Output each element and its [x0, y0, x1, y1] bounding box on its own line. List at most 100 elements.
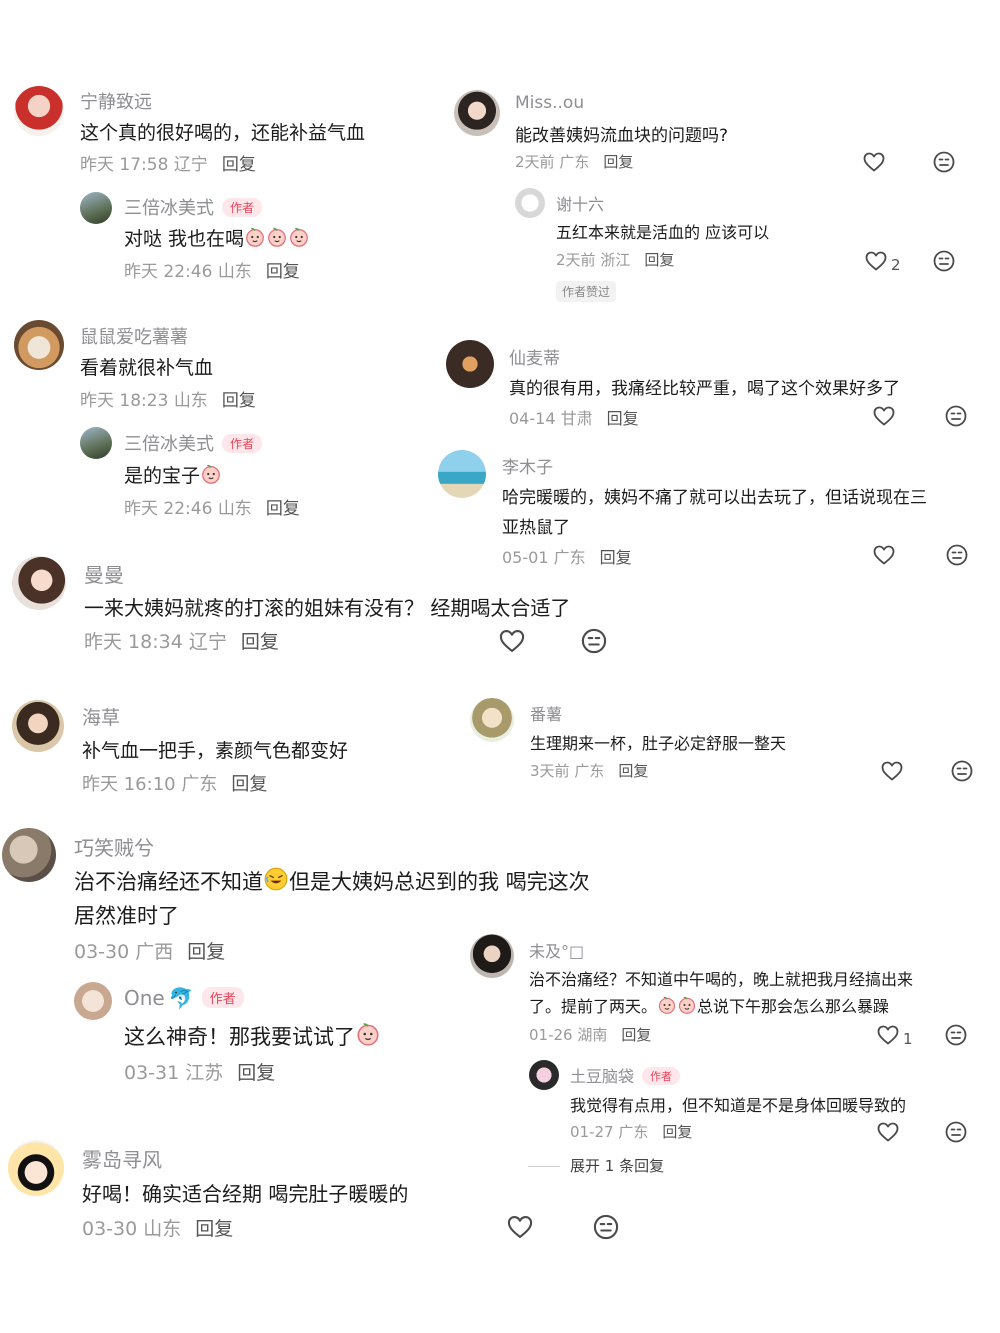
- author-badge: 作者: [222, 434, 263, 453]
- comment-username[interactable]: 宁静致远: [80, 88, 152, 114]
- text-span: 总说下午那会怎么那么暴躁: [697, 997, 890, 1016]
- expand-label[interactable]: 展开 1 条回复: [570, 1157, 664, 1175]
- reply-button[interactable]: 回复: [621, 1026, 651, 1044]
- peach-emoji-icon: [200, 463, 222, 485]
- comment-meta: 03-30 山东 回复: [82, 1214, 233, 1241]
- comment-text: 看着就很补气血: [80, 357, 214, 379]
- avatar[interactable]: [446, 340, 494, 388]
- avatar[interactable]: [80, 192, 112, 224]
- dislike-face-icon[interactable]: [592, 1213, 620, 1241]
- comment-username[interactable]: 曼曼: [84, 559, 124, 588]
- avatar[interactable]: [14, 320, 64, 370]
- comment-username[interactable]: Miss..ou: [515, 93, 584, 113]
- avatar[interactable]: [438, 450, 486, 498]
- username-text[interactable]: One: [124, 986, 165, 1010]
- avatar[interactable]: [80, 427, 112, 459]
- comment-text: 一来大姨妈就疼的打滚的姐妹有没有？ 经期喝太合适了: [84, 596, 571, 620]
- comment-username[interactable]: 三倍冰美式 作者: [124, 194, 263, 220]
- dolphin-icon: 🐬: [168, 986, 194, 1010]
- like-heart-icon[interactable]: [862, 150, 886, 174]
- avatar[interactable]: [12, 700, 64, 752]
- reply-button[interactable]: 回复: [231, 774, 267, 795]
- comment-username[interactable]: 雾岛寻风: [82, 1144, 162, 1173]
- comment-text: 治不治痛经还不知道 但是大姨妈总迟到的我 喝完这次: [74, 866, 590, 896]
- username-text[interactable]: 三倍冰美式: [124, 434, 214, 455]
- comment-username[interactable]: 海草: [82, 703, 120, 730]
- comment-date: 2天前: [556, 251, 596, 269]
- comment-meta: 03-31 江苏 回复: [124, 1058, 275, 1085]
- author-badge: 作者: [222, 198, 263, 217]
- like-heart-icon[interactable]: [876, 1120, 900, 1144]
- text-span: 治不治痛经还不知道: [74, 870, 263, 894]
- reply-button[interactable]: 回复: [222, 391, 256, 411]
- comment-username[interactable]: 三倍冰美式 作者: [124, 430, 263, 456]
- avatar[interactable]: [12, 556, 66, 610]
- dislike-face-icon[interactable]: [932, 150, 956, 174]
- reply-button[interactable]: 回复: [603, 153, 633, 171]
- expand-replies-button[interactable]: 展开 1 条回复: [528, 1155, 664, 1176]
- reply-button[interactable]: 回复: [662, 1123, 692, 1141]
- username-text[interactable]: 土豆脑袋: [570, 1067, 634, 1086]
- comment-text: 我觉得有点用，但不知道是不是身体回暖导致的: [570, 1096, 907, 1115]
- text-span: 对哒 我也在喝: [124, 228, 245, 250]
- like-heart-icon[interactable]: 2: [864, 249, 901, 277]
- avatar[interactable]: [470, 698, 514, 742]
- comment-username[interactable]: 土豆脑袋 作者: [570, 1063, 681, 1087]
- dislike-face-icon[interactable]: [945, 543, 969, 567]
- dislike-face-icon[interactable]: [944, 1023, 968, 1047]
- reply-button[interactable]: 回复: [266, 262, 300, 282]
- reply-button[interactable]: 回复: [600, 548, 632, 567]
- like-heart-icon[interactable]: 1: [876, 1023, 913, 1051]
- dislike-face-icon[interactable]: [932, 249, 956, 273]
- comment-username[interactable]: 李木子: [502, 453, 553, 478]
- comment-location: 山东: [217, 499, 252, 519]
- avatar[interactable]: [515, 188, 545, 218]
- reply-button[interactable]: 回复: [607, 409, 639, 428]
- avatar[interactable]: [74, 982, 112, 1020]
- peach-emoji-icon: [244, 226, 266, 248]
- reply-button[interactable]: 回复: [644, 251, 674, 269]
- avatar[interactable]: [454, 90, 500, 136]
- comment-username[interactable]: 巧笑贼兮: [74, 832, 154, 861]
- reply-button[interactable]: 回复: [266, 499, 300, 519]
- comment-location: 江苏: [185, 1062, 224, 1084]
- like-heart-icon[interactable]: [498, 627, 526, 655]
- reply-button[interactable]: 回复: [222, 155, 256, 175]
- comment-username[interactable]: 谢十六: [556, 191, 604, 215]
- reply-button[interactable]: 回复: [618, 762, 648, 780]
- dislike-face-icon[interactable]: [950, 759, 974, 783]
- comment-username[interactable]: 鼠鼠爱吃薯薯: [80, 323, 188, 349]
- comment-date: 3天前: [530, 762, 570, 780]
- comment-username[interactable]: 未及°□: [529, 938, 584, 962]
- reply-button[interactable]: 回复: [241, 631, 279, 653]
- comment-meta: 2天前 广东 回复: [515, 151, 633, 172]
- avatar[interactable]: [470, 934, 514, 978]
- reply-button[interactable]: 回复: [195, 1218, 233, 1240]
- username-text[interactable]: 三倍冰美式: [124, 198, 214, 219]
- avatar[interactable]: [14, 86, 64, 136]
- dislike-face-icon[interactable]: [944, 1120, 968, 1144]
- comment-meta: 昨天 17:58 辽宁 回复: [80, 150, 256, 175]
- avatar[interactable]: [2, 828, 56, 882]
- reply-button[interactable]: 回复: [237, 1062, 275, 1084]
- comment-username[interactable]: One 🐬 作者: [124, 986, 244, 1010]
- text-span: 了。提前了两天。: [529, 997, 658, 1016]
- like-heart-icon[interactable]: [880, 759, 904, 783]
- comment-location: 辽宁: [173, 155, 208, 175]
- like-heart-icon[interactable]: [872, 543, 896, 567]
- comment-username[interactable]: 番薯: [530, 701, 562, 725]
- like-heart-icon[interactable]: [872, 404, 896, 428]
- dislike-face-icon[interactable]: [580, 627, 608, 655]
- avatar[interactable]: [8, 1140, 64, 1196]
- dislike-face-icon[interactable]: [944, 404, 968, 428]
- reply-button[interactable]: 回复: [187, 941, 225, 963]
- comment-location: 山东: [173, 391, 208, 411]
- comment-text-line2: 居然准时了: [74, 904, 179, 928]
- comment-text: 五红本来就是活血的 应该可以: [556, 223, 770, 242]
- text-span: 但是大姨妈总迟到的我 喝完这次: [289, 870, 590, 894]
- comment-username[interactable]: 仙麦蒂: [509, 344, 560, 369]
- like-heart-icon[interactable]: [506, 1213, 534, 1241]
- avatar[interactable]: [529, 1060, 559, 1090]
- author-badge: 作者: [642, 1067, 681, 1085]
- crying-emoji-icon: [677, 995, 697, 1015]
